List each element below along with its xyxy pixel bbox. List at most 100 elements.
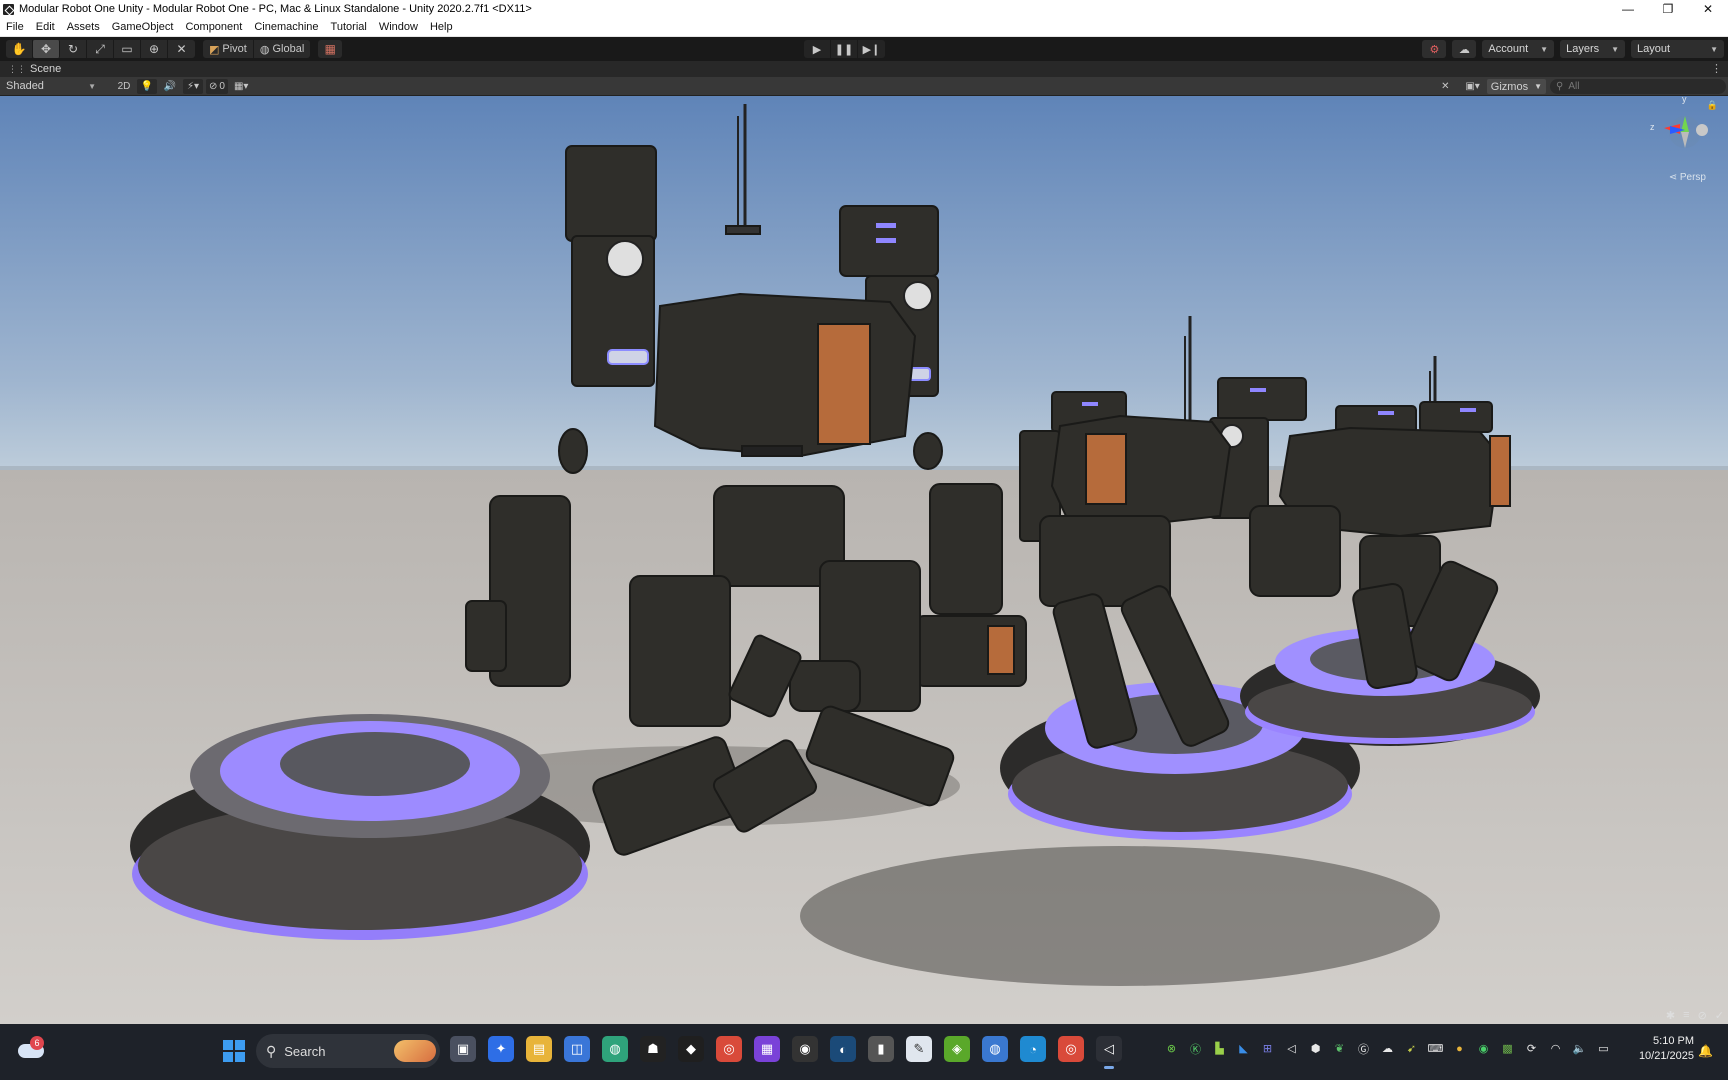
cube-icon[interactable]: ⬢ <box>1307 1040 1324 1057</box>
menu-cinemachine[interactable]: Cinemachine <box>248 18 324 37</box>
stack-icon[interactable]: ≡ <box>1683 1009 1689 1022</box>
wifi-icon[interactable]: ◠ <box>1547 1040 1564 1057</box>
network-globe-icon[interactable]: ◍ <box>982 1036 1008 1062</box>
menu-help[interactable]: Help <box>424 18 459 37</box>
cloud-icon[interactable]: ☁ <box>1452 40 1477 58</box>
menu-bar: File Edit Assets GameObject Component Ci… <box>0 18 1728 37</box>
store-icon[interactable]: ◫ <box>564 1036 590 1062</box>
gpu-icon[interactable]: ▩ <box>1499 1040 1516 1057</box>
tab-scene[interactable]: ⋮⋮ Scene <box>0 61 70 77</box>
menu-gameobject[interactable]: GameObject <box>106 18 180 37</box>
projection-label[interactable]: ⋖ Persp <box>1669 172 1706 183</box>
steam-icon[interactable]: ◐ <box>830 1036 856 1062</box>
scene-search-input[interactable]: ⚲ All <box>1550 79 1726 94</box>
play-icon[interactable]: ▶ <box>804 40 831 58</box>
dark-app-icon[interactable]: ◆ <box>678 1036 704 1062</box>
sync-icon[interactable]: ⟳ <box>1523 1040 1540 1057</box>
chrome-profile-icon[interactable]: ◎ <box>1058 1036 1084 1062</box>
toggle-2d-button[interactable]: 2D <box>114 79 134 94</box>
move-tool-icon[interactable]: ✥ <box>33 40 60 58</box>
lighting-icon[interactable]: 💡 <box>137 78 157 94</box>
menu-assets[interactable]: Assets <box>61 18 106 37</box>
hidden-objects-toggle[interactable]: ⊘ 0 <box>206 78 228 94</box>
step-icon[interactable]: ▶❙ <box>858 40 885 58</box>
task-view-icon[interactable]: ▣ <box>450 1036 476 1062</box>
video-editor-icon[interactable]: ▦ <box>754 1036 780 1062</box>
pivot-icon: ◩ <box>209 43 220 56</box>
rotate-tool-icon[interactable]: ↻ <box>60 40 87 58</box>
rect-tool-icon[interactable]: ▭ <box>114 40 141 58</box>
layers-label: Layers <box>1566 43 1600 55</box>
lock-icon[interactable]: 🔒 <box>1707 100 1718 111</box>
alien-app-icon[interactable]: ☗ <box>640 1036 666 1062</box>
usb-app-icon[interactable]: ▮ <box>868 1036 894 1062</box>
g-app-icon[interactable]: Ⓖ <box>1355 1040 1372 1057</box>
clock[interactable]: 5:10 PM 10/21/2025 <box>1636 1034 1694 1064</box>
check-icon[interactable]: ✓ <box>1715 1009 1724 1022</box>
unity-icon[interactable]: ◁ <box>1096 1036 1122 1069</box>
volume-icon[interactable]: 🔈 <box>1571 1040 1588 1057</box>
menu-window[interactable]: Window <box>373 18 424 37</box>
scene-viewport[interactable]: y z 🔒 ⋖ Persp ✱ ≡ ⊘ ✓ <box>0 96 1728 1024</box>
start-button[interactable] <box>223 1040 245 1062</box>
menu-file[interactable]: File <box>0 18 30 37</box>
collab-icon[interactable]: ⚙ <box>1422 40 1447 58</box>
grid-toggle-icon[interactable]: ▦▾ <box>231 79 251 94</box>
transform-tool-icon[interactable]: ⊕ <box>141 40 168 58</box>
tools-icon[interactable]: ✕ <box>1435 79 1455 94</box>
chrome-icon[interactable]: ◎ <box>716 1036 742 1062</box>
nvidia-icon[interactable]: ◈ <box>944 1036 970 1062</box>
copilot-icon[interactable]: ✦ <box>488 1036 514 1062</box>
keyboard-icon[interactable]: ⌨ <box>1427 1040 1444 1057</box>
taskbar-search[interactable]: ⚲ Search <box>256 1034 440 1068</box>
menu-edit[interactable]: Edit <box>30 18 61 37</box>
close-button[interactable]: ✕ <box>1688 0 1728 18</box>
notification-bell-icon[interactable]: 🔔 <box>1698 1044 1713 1058</box>
pause-icon[interactable]: ❚❚ <box>831 40 858 58</box>
bug-icon[interactable]: ✱ <box>1666 1009 1675 1022</box>
maximize-button[interactable]: ❐ <box>1648 0 1688 18</box>
hand-tool-icon[interactable]: ✋ <box>6 40 33 58</box>
cloud-tray-icon[interactable]: ☁ <box>1379 1040 1396 1057</box>
vs-code-icon[interactable]: ◣ <box>1235 1040 1252 1057</box>
gizmos-dropdown[interactable]: Gizmos ▼ <box>1486 79 1546 94</box>
battery-icon[interactable]: ▭ <box>1595 1040 1612 1057</box>
xbox-icon[interactable]: ⊗ <box>1163 1040 1180 1057</box>
chart-app-icon[interactable]: ▙ <box>1211 1040 1228 1057</box>
search-placeholder: All <box>1568 81 1580 92</box>
notepad-icon[interactable]: ✎ <box>906 1036 932 1062</box>
obs-icon[interactable]: ◉ <box>792 1036 818 1062</box>
eye-slash-icon: ⊘ <box>209 80 218 92</box>
menu-tutorial[interactable]: Tutorial <box>325 18 373 37</box>
custom-tool-icon[interactable]: ✕ <box>168 40 195 58</box>
browser-globe-icon[interactable]: ◍ <box>602 1036 628 1062</box>
camera-icon[interactable]: ▣▾ <box>1462 79 1482 94</box>
account-dropdown[interactable]: Account ▼ <box>1482 40 1555 58</box>
global-label: Global <box>272 43 305 55</box>
arrow-app-icon[interactable]: ➹ <box>1403 1040 1420 1057</box>
green-dot-icon[interactable]: ◉ <box>1475 1040 1492 1057</box>
k-app-icon[interactable]: Ⓚ <box>1187 1040 1204 1057</box>
ball-icon[interactable]: ● <box>1451 1040 1468 1057</box>
file-explorer-icon[interactable]: ▤ <box>526 1036 552 1062</box>
persp-label: Persp <box>1679 172 1706 183</box>
eye-off-icon[interactable]: ⊘ <box>1698 1009 1707 1022</box>
edge-icon[interactable]: ◔ <box>1020 1036 1046 1062</box>
menu-component[interactable]: Component <box>179 18 248 37</box>
layers-dropdown[interactable]: Layers ▼ <box>1560 40 1626 58</box>
pivot-toggle[interactable]: ◩ Pivot <box>203 40 254 58</box>
audio-icon[interactable]: 🔊 <box>160 79 180 94</box>
unity-tray-icon[interactable]: ◁ <box>1283 1040 1300 1057</box>
grid-snap-icon[interactable]: ▦ <box>318 40 343 58</box>
leaf-icon[interactable]: ❦ <box>1331 1040 1348 1057</box>
teams-icon[interactable]: ⊞ <box>1259 1040 1276 1057</box>
global-toggle[interactable]: ◍ Global <box>254 40 310 58</box>
minimize-button[interactable]: — <box>1608 0 1648 18</box>
effects-icon[interactable]: ⚡▾ <box>183 78 203 94</box>
weather-widget[interactable]: 6 <box>16 1034 46 1064</box>
scale-tool-icon[interactable]: ⤢ <box>87 40 114 58</box>
layout-dropdown[interactable]: Layout ▼ <box>1631 40 1724 58</box>
title-bar: Modular Robot One Unity - Modular Robot … <box>0 0 1728 18</box>
shading-mode-dropdown[interactable]: Shaded ▼ <box>2 79 100 94</box>
kebab-menu-icon[interactable]: ⋮ <box>1711 62 1722 75</box>
